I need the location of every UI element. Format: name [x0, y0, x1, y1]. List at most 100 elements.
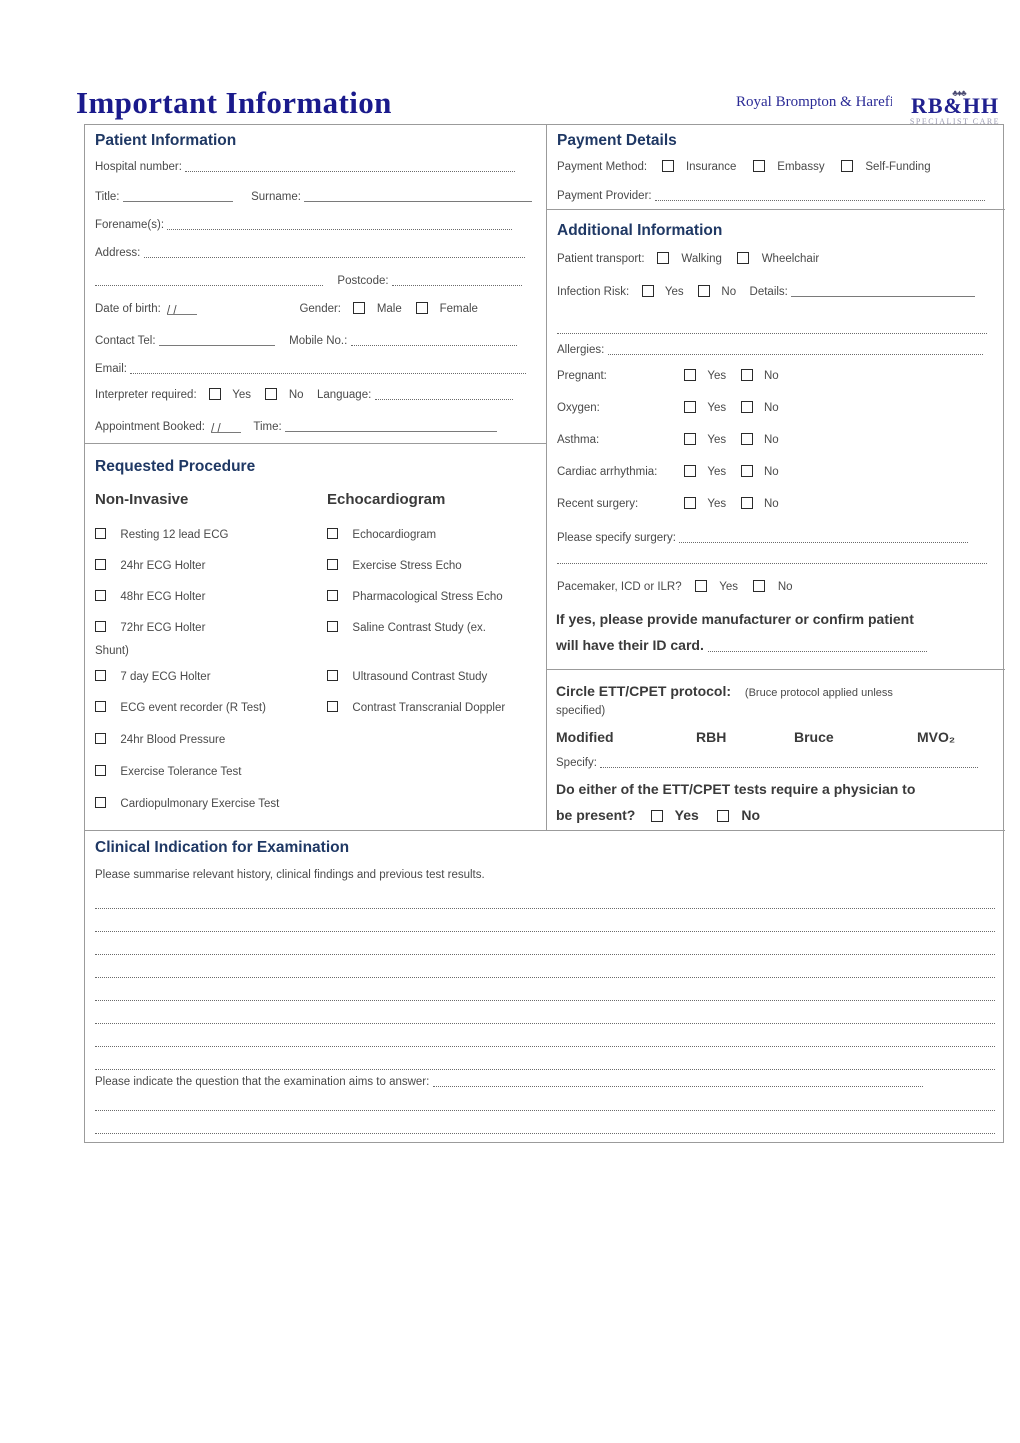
- title-input[interactable]: [122, 190, 233, 202]
- checkbox-echocardiogram[interactable]: [327, 528, 338, 539]
- payment-embassy-checkbox[interactable]: [752, 160, 765, 172]
- clinical-line[interactable]: [95, 931, 995, 932]
- procedure-label: 24hr Blood Pressure: [120, 734, 226, 746]
- procedure-checkbox-item[interactable]: Resting 12 lead ECG: [95, 527, 228, 543]
- checkbox-ecg-event-recorder[interactable]: [95, 701, 106, 712]
- checkbox-pharmacological-stress-echo[interactable]: [327, 590, 338, 601]
- clinical-line[interactable]: [95, 1069, 995, 1070]
- form-frame: Patient Information Hospital number: Tit…: [84, 124, 1005, 1143]
- postcode-input[interactable]: [391, 274, 522, 286]
- ett-specify-input[interactable]: [600, 756, 979, 768]
- mobile-input[interactable]: [350, 334, 517, 346]
- yesno-row: Pregnant: Yes No: [557, 368, 779, 384]
- appointment-date-input[interactable]: / /: [211, 421, 242, 435]
- transport-wheelchair-checkbox[interactable]: [737, 252, 750, 264]
- gender-female-checkbox[interactable]: [416, 302, 429, 314]
- cardiac-arrhythmia-yes-checkbox[interactable]: [684, 465, 697, 477]
- ett-physician-yes-checkbox[interactable]: [651, 810, 664, 822]
- forenames-input[interactable]: [167, 218, 513, 230]
- procedure-checkbox-item[interactable]: Exercise Tolerance Test: [95, 764, 241, 780]
- clinical-line[interactable]: [95, 977, 995, 978]
- ett-physician-no-checkbox[interactable]: [716, 810, 729, 822]
- clinical-line[interactable]: [95, 1023, 995, 1024]
- hospital-number-input[interactable]: [185, 160, 516, 172]
- allergies-input[interactable]: [607, 343, 983, 355]
- infection-no-checkbox[interactable]: [698, 285, 711, 297]
- pacemaker-no-checkbox[interactable]: [753, 580, 766, 592]
- ett-protocol-rbh[interactable]: RBH: [696, 725, 726, 749]
- clinical-line[interactable]: [95, 908, 995, 909]
- yesno-row: Asthma: Yes No: [557, 432, 779, 448]
- infection-details-line2[interactable]: [557, 333, 987, 334]
- language-input[interactable]: [374, 388, 513, 400]
- specify-surgery-input[interactable]: [679, 531, 969, 543]
- ett-protocol-mvo2[interactable]: MVO₂: [917, 725, 955, 749]
- asthma-yes-checkbox[interactable]: [684, 433, 697, 445]
- procedure-checkbox-item[interactable]: 7 day ECG Holter: [95, 669, 211, 685]
- recent-surgery-yes-checkbox[interactable]: [684, 497, 697, 509]
- procedure-checkbox-item[interactable]: 72hr ECG Holter: [95, 620, 205, 636]
- checkbox-exercise-stress-echo[interactable]: [327, 559, 338, 570]
- interpreter-yes-checkbox[interactable]: [209, 388, 222, 400]
- time-input[interactable]: [284, 420, 497, 432]
- checkbox-resting-12-lead-ecg[interactable]: [95, 528, 106, 539]
- procedure-checkbox-item[interactable]: Cardiopulmonary Exercise Test: [95, 796, 279, 812]
- address-line2-input[interactable]: [95, 274, 323, 286]
- pacemaker-yes-checkbox[interactable]: [695, 580, 708, 592]
- payment-provider-label: Payment Provider:: [557, 190, 652, 202]
- contact-tel-input[interactable]: [158, 334, 275, 346]
- surname-input[interactable]: [304, 190, 533, 202]
- asthma-no-checkbox[interactable]: [740, 433, 753, 445]
- gender-male-label: Male: [376, 303, 402, 315]
- oxygen-yes-label: Yes: [707, 402, 727, 414]
- infection-details-input[interactable]: [791, 285, 976, 297]
- transport-walking-checkbox[interactable]: [656, 252, 669, 264]
- payment-self-funding-checkbox[interactable]: [840, 160, 853, 172]
- checkbox-cardiopulmonary-exercise-test[interactable]: [95, 797, 106, 808]
- checkbox-ultrasound-contrast-study[interactable]: [327, 670, 338, 681]
- pregnant-yes-checkbox[interactable]: [684, 369, 697, 381]
- procedure-checkbox-item[interactable]: 24hr Blood Pressure: [95, 732, 225, 748]
- checkbox-contrast-transcranial-doppler[interactable]: [327, 701, 338, 712]
- oxygen-yes-checkbox[interactable]: [684, 401, 697, 413]
- ett-protocol-modified[interactable]: Modified: [556, 725, 614, 749]
- procedure-checkbox-item[interactable]: Saline Contrast Study (ex.: [327, 620, 486, 636]
- procedure-checkbox-item[interactable]: 24hr ECG Holter: [95, 558, 205, 574]
- pregnant-no-checkbox[interactable]: [740, 369, 753, 381]
- pacemaker-id-input[interactable]: [707, 640, 927, 652]
- procedure-checkbox-item[interactable]: Echocardiogram: [327, 527, 436, 543]
- clinical-line[interactable]: [95, 1046, 995, 1047]
- checkbox-48hr-ecg-holter[interactable]: [95, 590, 106, 601]
- cardiac-arrhythmia-no-checkbox[interactable]: [740, 465, 753, 477]
- checkbox-24hr-ecg-holter[interactable]: [95, 559, 106, 570]
- address-input[interactable]: [143, 246, 525, 258]
- checkbox-72hr-ecg-holter[interactable]: [95, 621, 106, 632]
- payment-provider-input[interactable]: [654, 189, 985, 201]
- checkbox-exercise-tolerance-test[interactable]: [95, 765, 106, 776]
- specify-surgery-line2[interactable]: [557, 563, 987, 564]
- clinical-line[interactable]: [95, 954, 995, 955]
- ett-protocol-bruce[interactable]: Bruce: [794, 725, 834, 749]
- dob-input[interactable]: / /: [167, 303, 198, 317]
- email-input[interactable]: [130, 362, 527, 374]
- procedure-checkbox-item[interactable]: 48hr ECG Holter: [95, 589, 205, 605]
- clinical-answer-line[interactable]: [95, 1133, 995, 1134]
- checkbox-24hr-blood-pressure[interactable]: [95, 733, 106, 744]
- oxygen-no-checkbox[interactable]: [740, 401, 753, 413]
- checkbox-saline-contrast-study[interactable]: [327, 621, 338, 632]
- procedure-checkbox-item[interactable]: ECG event recorder (R Test): [95, 700, 266, 716]
- clinical-answer-line[interactable]: [95, 1110, 995, 1111]
- procedure-checkbox-item[interactable]: Pharmacological Stress Echo: [327, 589, 503, 605]
- procedure-checkbox-item[interactable]: Contrast Transcranial Doppler: [327, 700, 505, 716]
- recent-surgery-no-checkbox[interactable]: [740, 497, 753, 509]
- gender-male-checkbox[interactable]: [353, 302, 366, 314]
- procedure-label: Ultrasound Contrast Study: [352, 671, 488, 683]
- clinical-line[interactable]: [95, 1000, 995, 1001]
- interpreter-no-checkbox[interactable]: [265, 388, 278, 400]
- procedure-checkbox-item[interactable]: Ultrasound Contrast Study: [327, 669, 487, 685]
- clinical-question-input[interactable]: [432, 1075, 923, 1087]
- checkbox-7-day-ecg-holter[interactable]: [95, 670, 106, 681]
- infection-yes-checkbox[interactable]: [641, 285, 654, 297]
- procedure-checkbox-item[interactable]: Exercise Stress Echo: [327, 558, 462, 574]
- payment-insurance-checkbox[interactable]: [661, 160, 674, 172]
